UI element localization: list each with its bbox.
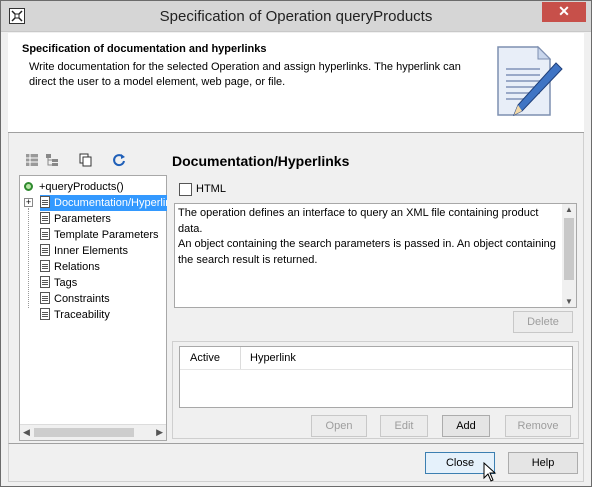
tree-root[interactable]: +queryProducts() [24, 179, 124, 195]
tree-item-documentation[interactable]: Documentation/Hyperlinks [40, 195, 167, 211]
scroll-left-icon[interactable]: ◀ [23, 427, 30, 438]
tree-root-label: +queryProducts() [39, 181, 124, 193]
document-icon [40, 228, 50, 240]
delete-button[interactable]: Delete [513, 311, 573, 333]
remove-button[interactable]: Remove [505, 415, 571, 437]
tree-item-label: Inner Elements [54, 245, 128, 257]
help-button[interactable]: Help [508, 452, 578, 474]
document-icon [40, 292, 50, 304]
tree-item-inner-elements[interactable]: Inner Elements [40, 243, 128, 259]
specification-dialog: Specification of Operation queryProducts… [0, 0, 592, 487]
dialog-footer: Close Help [8, 443, 584, 482]
tree-item-relations[interactable]: Relations [40, 259, 100, 275]
header-description: Write documentation for the selected Ope… [29, 61, 461, 88]
documentation-scrollbar[interactable]: ▲ ▼ [562, 204, 576, 307]
document-pen-icon [490, 43, 564, 125]
expand-icon[interactable]: + [24, 198, 33, 207]
table-header-divider [180, 369, 572, 370]
tree-item-traceability[interactable]: Traceability [40, 307, 110, 323]
spec-tree: +queryProducts() + Documentation/Hyperli… [19, 175, 167, 441]
column-divider [240, 347, 241, 369]
document-icon [40, 196, 50, 208]
window-close-button[interactable]: ✕ [542, 2, 586, 22]
tree-horizontal-scrollbar[interactable]: ◀ ▶ [20, 424, 166, 440]
column-header-hyperlink[interactable]: Hyperlink [246, 347, 296, 369]
tree-item-template-parameters[interactable]: Template Parameters [40, 227, 159, 243]
tree-item-label: Documentation/Hyperlinks [54, 197, 167, 209]
tree-item-tags[interactable]: Tags [40, 275, 77, 291]
documentation-text[interactable]: The operation defines an interface to qu… [178, 206, 558, 268]
table-view-icon[interactable] [25, 153, 39, 167]
scroll-down-icon[interactable]: ▼ [562, 297, 576, 306]
operation-icon [24, 182, 33, 191]
window-title: Specification of Operation queryProducts [159, 8, 433, 25]
mouse-cursor-icon [483, 461, 497, 485]
html-checkbox[interactable] [179, 183, 192, 196]
tree-item-label: Traceability [54, 309, 110, 321]
tree-item-label: Parameters [54, 213, 111, 225]
dialog-header: Specification of documentation and hyper… [8, 33, 584, 133]
add-button[interactable]: Add [442, 415, 490, 437]
document-icon [40, 308, 50, 320]
section-title: Documentation/Hyperlinks [172, 153, 350, 169]
tree-item-constraints[interactable]: Constraints [40, 291, 110, 307]
edit-button[interactable]: Edit [380, 415, 428, 437]
tree-item-label: Template Parameters [54, 229, 159, 241]
document-icon [40, 212, 50, 224]
column-header-active[interactable]: Active [186, 347, 220, 369]
dialog-body: +queryProducts() + Documentation/Hyperli… [8, 133, 584, 443]
hyperlink-table[interactable]: Active Hyperlink [179, 346, 573, 408]
scroll-right-icon[interactable]: ▶ [156, 427, 163, 438]
copy-icon[interactable] [79, 153, 93, 167]
tree-view-icon[interactable] [45, 153, 59, 167]
tree-item-parameters[interactable]: Parameters [40, 211, 111, 227]
tree-item-label: Constraints [54, 293, 110, 305]
open-button[interactable]: Open [311, 415, 367, 437]
document-icon [40, 276, 50, 288]
refresh-icon[interactable] [112, 153, 126, 167]
document-icon [40, 260, 50, 272]
documentation-textarea[interactable]: The operation defines an interface to qu… [174, 203, 577, 308]
tree-item-label: Tags [54, 277, 78, 289]
header-title: Specification of documentation and hyper… [22, 43, 267, 55]
title-bar[interactable]: Specification of Operation queryProducts… [1, 1, 591, 32]
document-icon [40, 244, 50, 256]
scroll-up-icon[interactable]: ▲ [562, 205, 576, 214]
tree-item-label: Relations [54, 261, 100, 273]
scroll-thumb[interactable] [564, 218, 574, 280]
scroll-thumb[interactable] [34, 428, 134, 437]
html-checkbox-label: HTML [196, 183, 226, 195]
tree-guide-line [28, 208, 29, 308]
